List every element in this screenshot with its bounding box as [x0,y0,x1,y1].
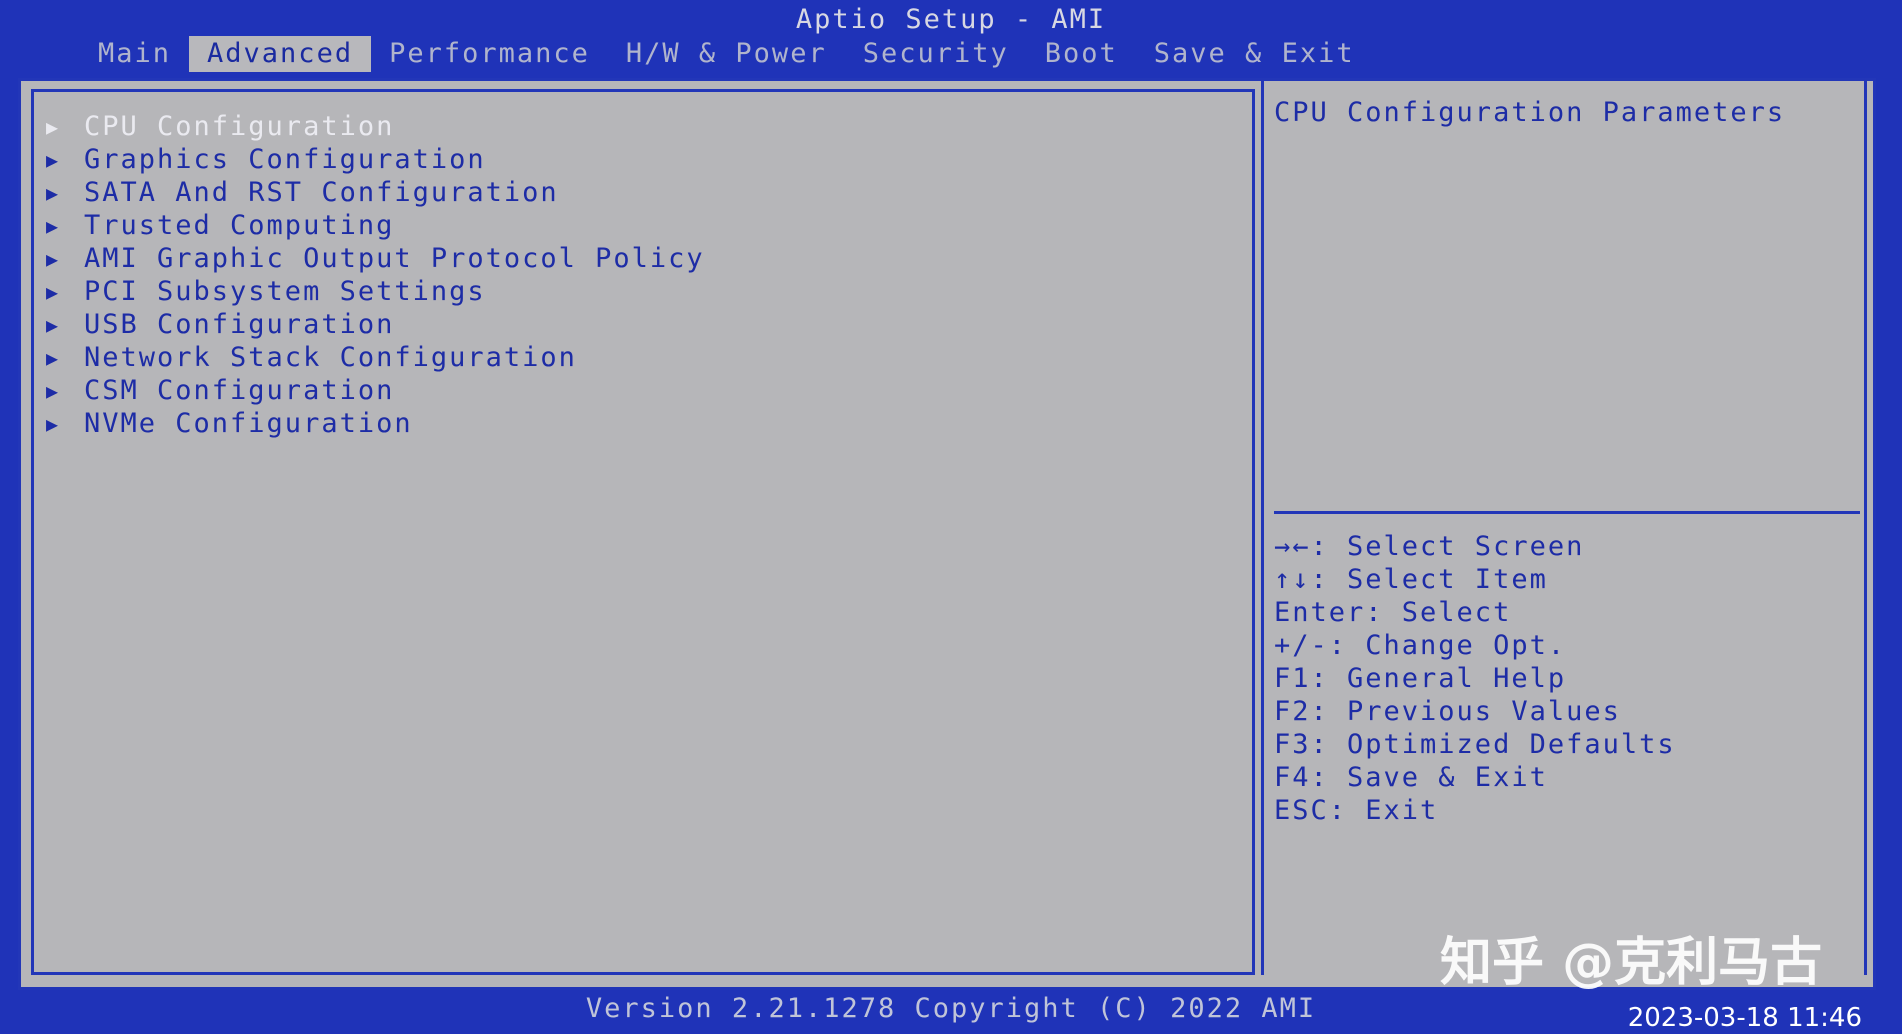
triangle-right-icon: ▶ [46,378,61,403]
menu-item-network-stack-configuration[interactable]: ▶ Network Stack Configuration [46,341,705,374]
triangle-right-icon: ▶ [46,114,61,139]
key-optimized-defaults: F3: Optimized Defaults [1274,729,1676,760]
key-change-opt: +/-: Change Opt. [1274,630,1567,661]
menu-item-label: SATA And RST Configuration [84,177,559,208]
triangle-right-icon: ▶ [46,147,61,172]
menu-item-cpu-configuration[interactable]: ▶ CPU Configuration [46,110,705,143]
menu-item-sata-rst-configuration[interactable]: ▶ SATA And RST Configuration [46,176,705,209]
menu-item-graphics-configuration[interactable]: ▶ Graphics Configuration [46,143,705,176]
triangle-right-icon: ▶ [46,279,61,304]
version-footer: Version 2.21.1278 Copyright (C) 2022 AMI [585,993,1317,1024]
menu-item-label: USB Configuration [84,309,395,340]
menu-item-label: Graphics Configuration [84,144,486,175]
tab-performance[interactable]: Performance [371,36,608,72]
triangle-right-icon: ▶ [46,213,61,238]
tab-save-exit[interactable]: Save & Exit [1136,36,1373,72]
photo-timestamp: 2023-03-18 11:46 [1627,1003,1862,1033]
menu-item-label: Trusted Computing [84,210,395,241]
triangle-right-icon: ▶ [46,180,61,205]
menu-item-label: PCI Subsystem Settings [84,276,486,307]
triangle-right-icon: ▶ [46,312,61,337]
menu-item-pci-subsystem-settings[interactable]: ▶ PCI Subsystem Settings [46,275,705,308]
key-select-screen: →←: Select Screen [1274,531,1585,562]
key-general-help: F1: General Help [1274,663,1567,694]
tab-security[interactable]: Security [845,36,1027,72]
menu-list: ▶ CPU Configuration ▶ Graphics Configura… [46,110,705,440]
triangle-right-icon: ▶ [46,411,61,436]
menu-item-ami-gop-policy[interactable]: ▶ AMI Graphic Output Protocol Policy [46,242,705,275]
menu-item-label: CPU Configuration [84,111,395,142]
key-previous-values: F2: Previous Values [1274,696,1621,727]
tab-main[interactable]: Main [80,36,189,72]
menu-item-label: Network Stack Configuration [84,342,577,373]
menu-item-label: NVMe Configuration [84,408,413,439]
tab-boot[interactable]: Boot [1027,36,1136,72]
menu-item-trusted-computing[interactable]: ▶ Trusted Computing [46,209,705,242]
menu-panel: ▶ CPU Configuration ▶ Graphics Configura… [31,89,1255,975]
bios-screen: Aptio Setup - AMI Main Advanced Performa… [0,0,1902,1034]
key-select-item: ↑↓: Select Item [1274,564,1548,595]
main-body: ▶ CPU Configuration ▶ Graphics Configura… [18,78,1876,990]
help-panel: CPU Configuration Parameters →←: Select … [1261,81,1867,975]
watermark: 知乎 @克利马古 [1440,933,1823,993]
menu-item-label: AMI Graphic Output Protocol Policy [84,243,705,274]
triangle-right-icon: ▶ [46,345,61,370]
tab-advanced[interactable]: Advanced [189,36,372,72]
window-title: Aptio Setup - AMI [795,4,1107,35]
menu-item-label: CSM Configuration [84,375,395,406]
menu-item-csm-configuration[interactable]: ▶ CSM Configuration [46,374,705,407]
key-enter-select: Enter: Select [1274,597,1512,628]
key-legend: →←: Select Screen ↑↓: Select Item Enter:… [1274,531,1676,828]
triangle-right-icon: ▶ [46,246,61,271]
help-divider [1274,511,1860,514]
menu-item-usb-configuration[interactable]: ▶ USB Configuration [46,308,705,341]
menu-item-nvme-configuration[interactable]: ▶ NVMe Configuration [46,407,705,440]
tab-bar: Main Advanced Performance H/W & Power Se… [80,36,1373,72]
key-save-exit: F4: Save & Exit [1274,762,1548,793]
tab-hw-power[interactable]: H/W & Power [608,36,845,72]
key-esc-exit: ESC: Exit [1274,795,1439,826]
help-text: CPU Configuration Parameters [1274,97,1786,128]
